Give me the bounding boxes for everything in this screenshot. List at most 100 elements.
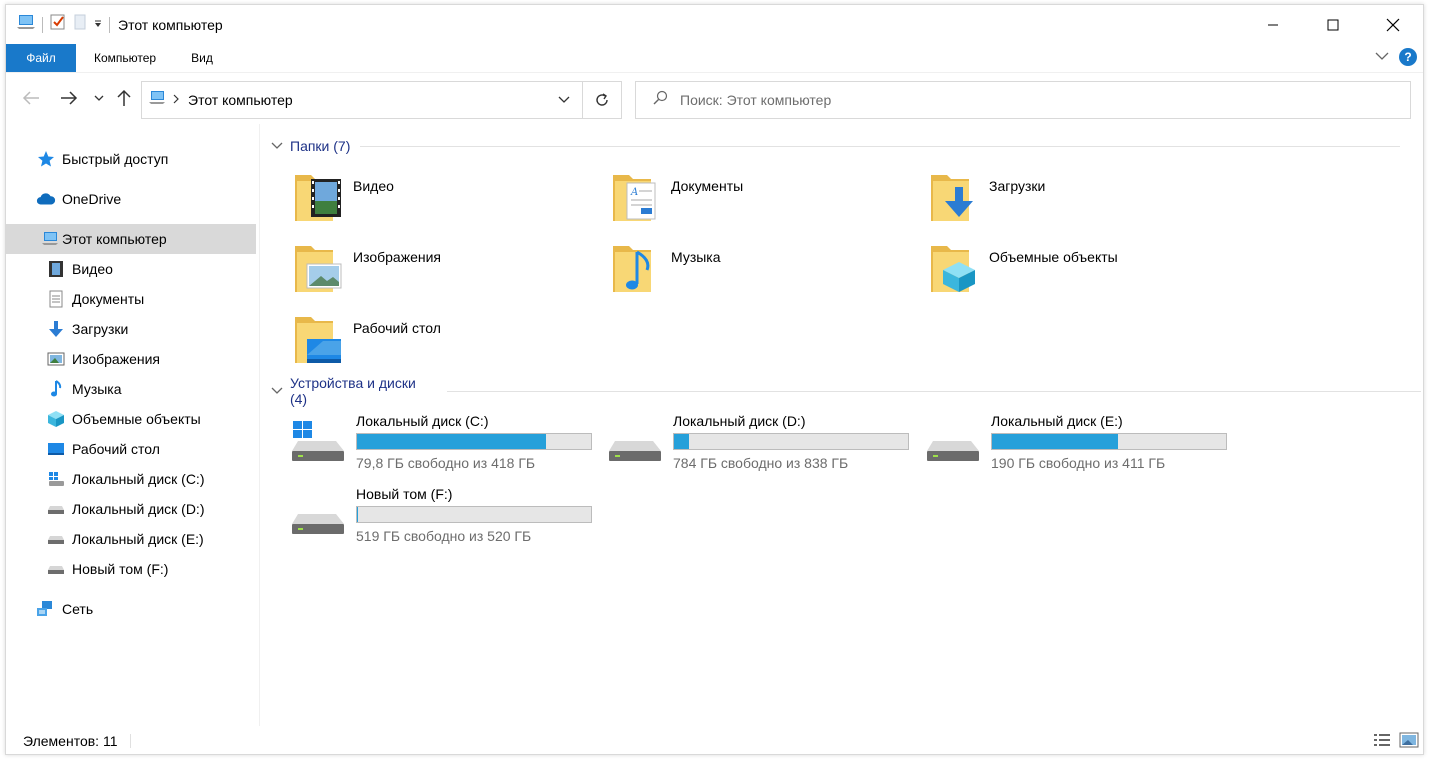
group-divider [446,390,1421,392]
video-icon [46,259,66,279]
drive-icon [927,441,979,461]
chevron-down-icon [1375,52,1389,60]
status-bar: Элементов: 11 [6,726,1423,754]
ribbon-tabs: Файл Компьютер Вид ? [6,44,1423,72]
nav-desktop[interactable]: Рабочий стол [6,434,256,464]
tab-view[interactable]: Вид [171,44,228,72]
folder-label: Объемные объекты [989,249,1118,265]
customize-toolbar-icon[interactable] [93,16,103,34]
folder-3d-objects[interactable]: Объемные объекты [929,240,1229,302]
nav-label: Локальный диск (D:) [72,501,205,517]
chevron-down-icon [558,96,569,103]
cloud-icon [36,189,56,209]
close-button[interactable] [1363,5,1423,44]
drive-icon [46,529,66,549]
large-icons-view-button[interactable] [1399,732,1419,753]
minimize-icon [1268,24,1278,25]
search-input[interactable] [680,92,1380,108]
folder-label: Загрузки [989,178,1046,194]
maximize-button[interactable] [1303,5,1363,44]
toolbar-separator [109,16,110,33]
new-folder-icon[interactable] [73,13,87,36]
folder-label: Музыка [671,249,721,265]
folder-pictures[interactable]: Изображения [293,240,593,302]
nav-drive-f[interactable]: Новый том (F:) [6,554,256,584]
nav-label: OneDrive [62,191,122,207]
tab-computer[interactable]: Компьютер [76,44,171,72]
nav-label: Видео [72,261,113,277]
desktop-folder-icon [295,317,341,363]
breadcrumb[interactable]: Этот компьютер [188,92,293,108]
forward-button[interactable] [58,87,80,109]
document-icon [46,289,66,309]
folder-video[interactable]: Видео [293,169,593,231]
nav-label: Быстрый доступ [62,151,169,167]
drive-e[interactable]: Локальный диск (E:) 190 ГБ свободно из 4… [925,413,1235,475]
maximize-icon [1327,19,1339,30]
3d-objects-folder-icon [931,246,975,292]
nav-drive-e[interactable]: Локальный диск (E:) [6,524,256,554]
nav-downloads[interactable]: Загрузки [6,314,256,344]
drive-free-space: 784 ГБ свободно из 838 ГБ [673,455,849,471]
folder-desktop[interactable]: Рабочий стол [293,311,593,373]
navigation-bar: Этот компьютер [6,72,1423,124]
address-history-button[interactable] [544,82,582,118]
chevron-down-icon [271,387,283,394]
nav-label: Документы [72,291,145,307]
details-view-button[interactable] [1373,732,1391,753]
drive-usage-bar [356,433,592,450]
tab-file[interactable]: Файл [6,44,76,72]
folder-music[interactable]: Музыка [611,240,911,302]
up-button[interactable] [113,87,135,109]
folder-label: Документы [671,178,744,194]
minimize-button[interactable] [1243,5,1303,44]
drive-usage-bar [356,506,592,523]
nav-video[interactable]: Видео [6,254,256,284]
drive-icon [292,514,344,534]
group-title: Устройства и диски (4) [289,375,416,407]
content-pane: Папки (7) Видео A Документы Загрузки Изо… [261,124,1421,726]
details-view-icon [1374,734,1390,746]
computer-icon[interactable] [16,13,36,36]
large-icons-view-icon [1399,732,1419,748]
nav-pictures[interactable]: Изображения [6,344,256,374]
drive-free-space: 190 ГБ свободно из 411 ГБ [991,455,1166,471]
nav-onedrive[interactable]: OneDrive [6,184,256,214]
star-icon [36,149,56,169]
cube-icon [46,409,66,429]
back-arrow-icon [22,91,39,105]
nav-documents[interactable]: Документы [6,284,256,314]
refresh-button[interactable] [583,81,622,119]
help-button[interactable]: ? [1399,48,1417,66]
back-button[interactable] [20,87,42,109]
drive-free-space: 519 ГБ свободно из 520 ГБ [356,528,532,544]
nav-3d-objects[interactable]: Объемные объекты [6,404,256,434]
nav-label: Объемные объекты [72,411,201,427]
expand-ribbon-button[interactable] [1375,48,1389,66]
recent-locations-button[interactable] [88,87,110,109]
address-bar[interactable]: Этот компьютер [141,81,583,119]
breadcrumb-chevron-icon[interactable] [172,91,180,109]
nav-quick-access[interactable]: Быстрый доступ [6,144,256,174]
desktop-icon [46,439,66,459]
drives-group-header[interactable]: Устройства и диски (4) [271,375,1421,407]
drive-d[interactable]: Локальный диск (D:) 784 ГБ свободно из 8… [607,413,917,475]
properties-icon[interactable] [49,13,67,36]
folder-documents[interactable]: A Документы [611,169,911,231]
nav-label: Рабочий стол [72,441,160,457]
nav-network[interactable]: Сеть [6,594,256,624]
nav-label: Этот компьютер [62,231,167,247]
documents-folder-icon: A [613,175,656,221]
windows-drive-icon [46,469,66,489]
nav-drive-c[interactable]: Локальный диск (C:) [6,464,256,494]
drive-f[interactable]: Новый том (F:) 519 ГБ свободно из 520 ГБ [290,486,600,548]
view-switcher [1373,732,1419,753]
nav-this-pc[interactable]: Этот компьютер [6,224,256,254]
nav-drive-d[interactable]: Локальный диск (D:) [6,494,256,524]
folder-downloads[interactable]: Загрузки [929,169,1229,231]
drive-c[interactable]: Локальный диск (C:) 79,8 ГБ свободно из … [290,413,600,475]
refresh-icon [596,93,608,106]
nav-music[interactable]: Музыка [6,374,256,404]
computer-icon [40,229,60,249]
folders-group-header[interactable]: Папки (7) [271,136,1401,156]
